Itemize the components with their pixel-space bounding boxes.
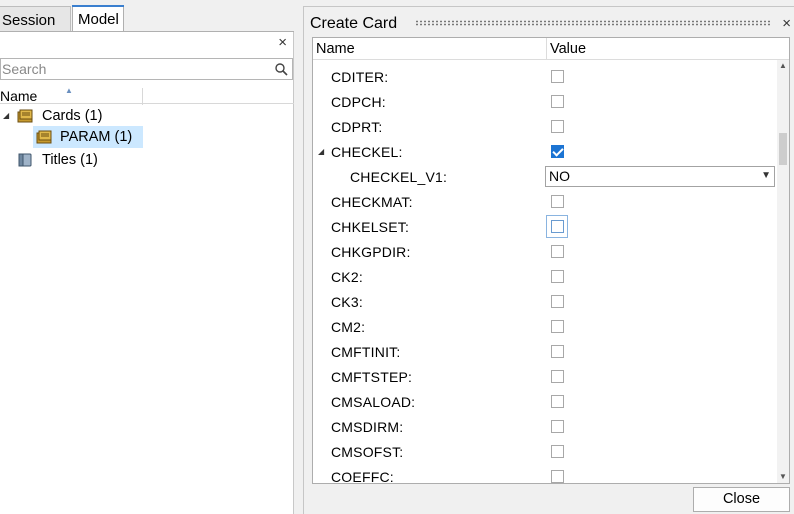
param-checkbox[interactable]: [551, 295, 564, 308]
table-row: CHECKEL_V1: NO ▼: [313, 165, 779, 190]
param-name: CHKGPDIR:: [331, 244, 411, 260]
search-icon[interactable]: [274, 62, 288, 76]
param-checkbox[interactable]: [551, 445, 564, 458]
name-column-header[interactable]: Name ▲: [0, 86, 143, 105]
table-row: CHECKMAT:: [313, 190, 779, 215]
param-name: CM2:: [331, 319, 366, 335]
param-checkbox[interactable]: [551, 270, 564, 283]
vertical-scrollbar[interactable]: ▲ ▼: [777, 60, 789, 483]
tree-column-header: Name ▲: [0, 84, 294, 105]
param-checkbox[interactable]: [551, 245, 564, 258]
param-checkbox[interactable]: [551, 370, 564, 383]
param-name: CMFTSTEP:: [331, 369, 413, 385]
checkel-v1-select[interactable]: NO ▼: [545, 166, 775, 187]
param-checkbox[interactable]: [551, 420, 564, 433]
cards-folder-icon: [17, 109, 33, 123]
card-parameter-table: Name Value CDITER: CDPCH: CDPRT: ◢ CHECK…: [312, 37, 790, 484]
value-column-header[interactable]: Value: [547, 38, 789, 60]
param-name: CK3:: [331, 294, 363, 310]
param-checkbox[interactable]: [551, 220, 564, 233]
param-checkbox[interactable]: [551, 395, 564, 408]
param-name: CMSDIRM:: [331, 419, 404, 435]
search-placeholder: Search: [2, 61, 47, 77]
tree-item-label: Cards (1): [42, 108, 103, 124]
table-row: ◢ CHECKEL:: [313, 140, 779, 165]
name-column-label: Name: [0, 88, 38, 104]
expand-arrow-icon[interactable]: ◢: [3, 105, 9, 127]
tab-session[interactable]: Session: [0, 6, 71, 31]
close-icon[interactable]: ×: [278, 35, 287, 51]
model-tree-area: × Search Name ▲ ◢ Cards (1) PARAM (1) Ti…: [0, 32, 294, 514]
param-card-icon: [36, 130, 52, 144]
param-name: CDITER:: [331, 69, 389, 85]
table-row: CHKELSET:: [313, 215, 779, 240]
param-checkbox[interactable]: [551, 120, 564, 133]
param-name: CMSOFST:: [331, 444, 404, 460]
tree-item-cards[interactable]: ◢ Cards (1): [0, 105, 200, 127]
model-browser-panel: Session Model × Search Name ▲ ◢ Cards (1…: [0, 0, 296, 514]
titles-icon: [18, 153, 32, 167]
close-button[interactable]: Close: [693, 487, 790, 512]
select-value: NO: [549, 168, 570, 184]
scroll-up-icon[interactable]: ▲: [777, 60, 789, 72]
table-row: CHKGPDIR:: [313, 240, 779, 265]
param-checkbox-checked[interactable]: [551, 145, 564, 158]
param-checkbox[interactable]: [551, 70, 564, 83]
table-header: Name Value: [313, 38, 789, 60]
table-row: CDPRT:: [313, 115, 779, 140]
name-column-header[interactable]: Name: [313, 38, 547, 60]
table-row: CM2:: [313, 315, 779, 340]
scroll-thumb[interactable]: [779, 133, 787, 165]
tree-item-titles[interactable]: Titles (1): [0, 149, 200, 171]
param-checkbox[interactable]: [551, 345, 564, 358]
table-row: CK2:: [313, 265, 779, 290]
tab-model[interactable]: Model: [72, 5, 124, 32]
drag-grip-icon[interactable]: [415, 20, 772, 26]
param-name: CHECKEL_V1:: [350, 169, 448, 185]
table-row: CDPCH:: [313, 90, 779, 115]
param-name: CDPRT:: [331, 119, 383, 135]
param-name: CHECKEL:: [331, 144, 403, 160]
param-checkbox[interactable]: [551, 320, 564, 333]
param-name: CMSALOAD:: [331, 394, 416, 410]
dialog-title: Create Card: [310, 15, 398, 32]
expand-arrow-icon[interactable]: ◢: [318, 144, 324, 160]
table-row: CMSOFST:: [313, 440, 779, 465]
param-name: COEFFC:: [331, 469, 394, 484]
table-row: CMFTSTEP:: [313, 365, 779, 390]
table-row: CDITER:: [313, 65, 779, 90]
sort-ascending-icon: ▲: [65, 86, 73, 95]
table-row: CK3:: [313, 290, 779, 315]
dialog-title-bar[interactable]: Create Card ×: [304, 7, 794, 36]
param-checkbox[interactable]: [551, 195, 564, 208]
param-name: CK2:: [331, 269, 363, 285]
tree-item-label: PARAM (1): [60, 129, 133, 145]
close-icon[interactable]: ×: [782, 15, 791, 32]
tree-item-label: Titles (1): [42, 152, 98, 168]
param-name: CHECKMAT:: [331, 194, 413, 210]
table-row: CMSALOAD:: [313, 390, 779, 415]
chevron-down-icon: ▼: [761, 170, 771, 181]
param-name: CHKELSET:: [331, 219, 410, 235]
param-name: CDPCH:: [331, 94, 386, 110]
table-row: COEFFC:: [313, 465, 779, 484]
browser-tabs: Session Model: [0, 0, 296, 32]
table-row: CMFTINIT:: [313, 340, 779, 365]
search-input[interactable]: Search: [0, 58, 293, 80]
param-name: CMFTINIT:: [331, 344, 401, 360]
create-card-dialog: Create Card × Name Value CDITER: CDPCH: …: [303, 6, 794, 514]
param-checkbox[interactable]: [551, 470, 564, 483]
table-row: CMSDIRM:: [313, 415, 779, 440]
scroll-down-icon[interactable]: ▼: [777, 471, 789, 483]
param-checkbox[interactable]: [551, 95, 564, 108]
tree-item-param[interactable]: PARAM (1): [33, 126, 143, 148]
